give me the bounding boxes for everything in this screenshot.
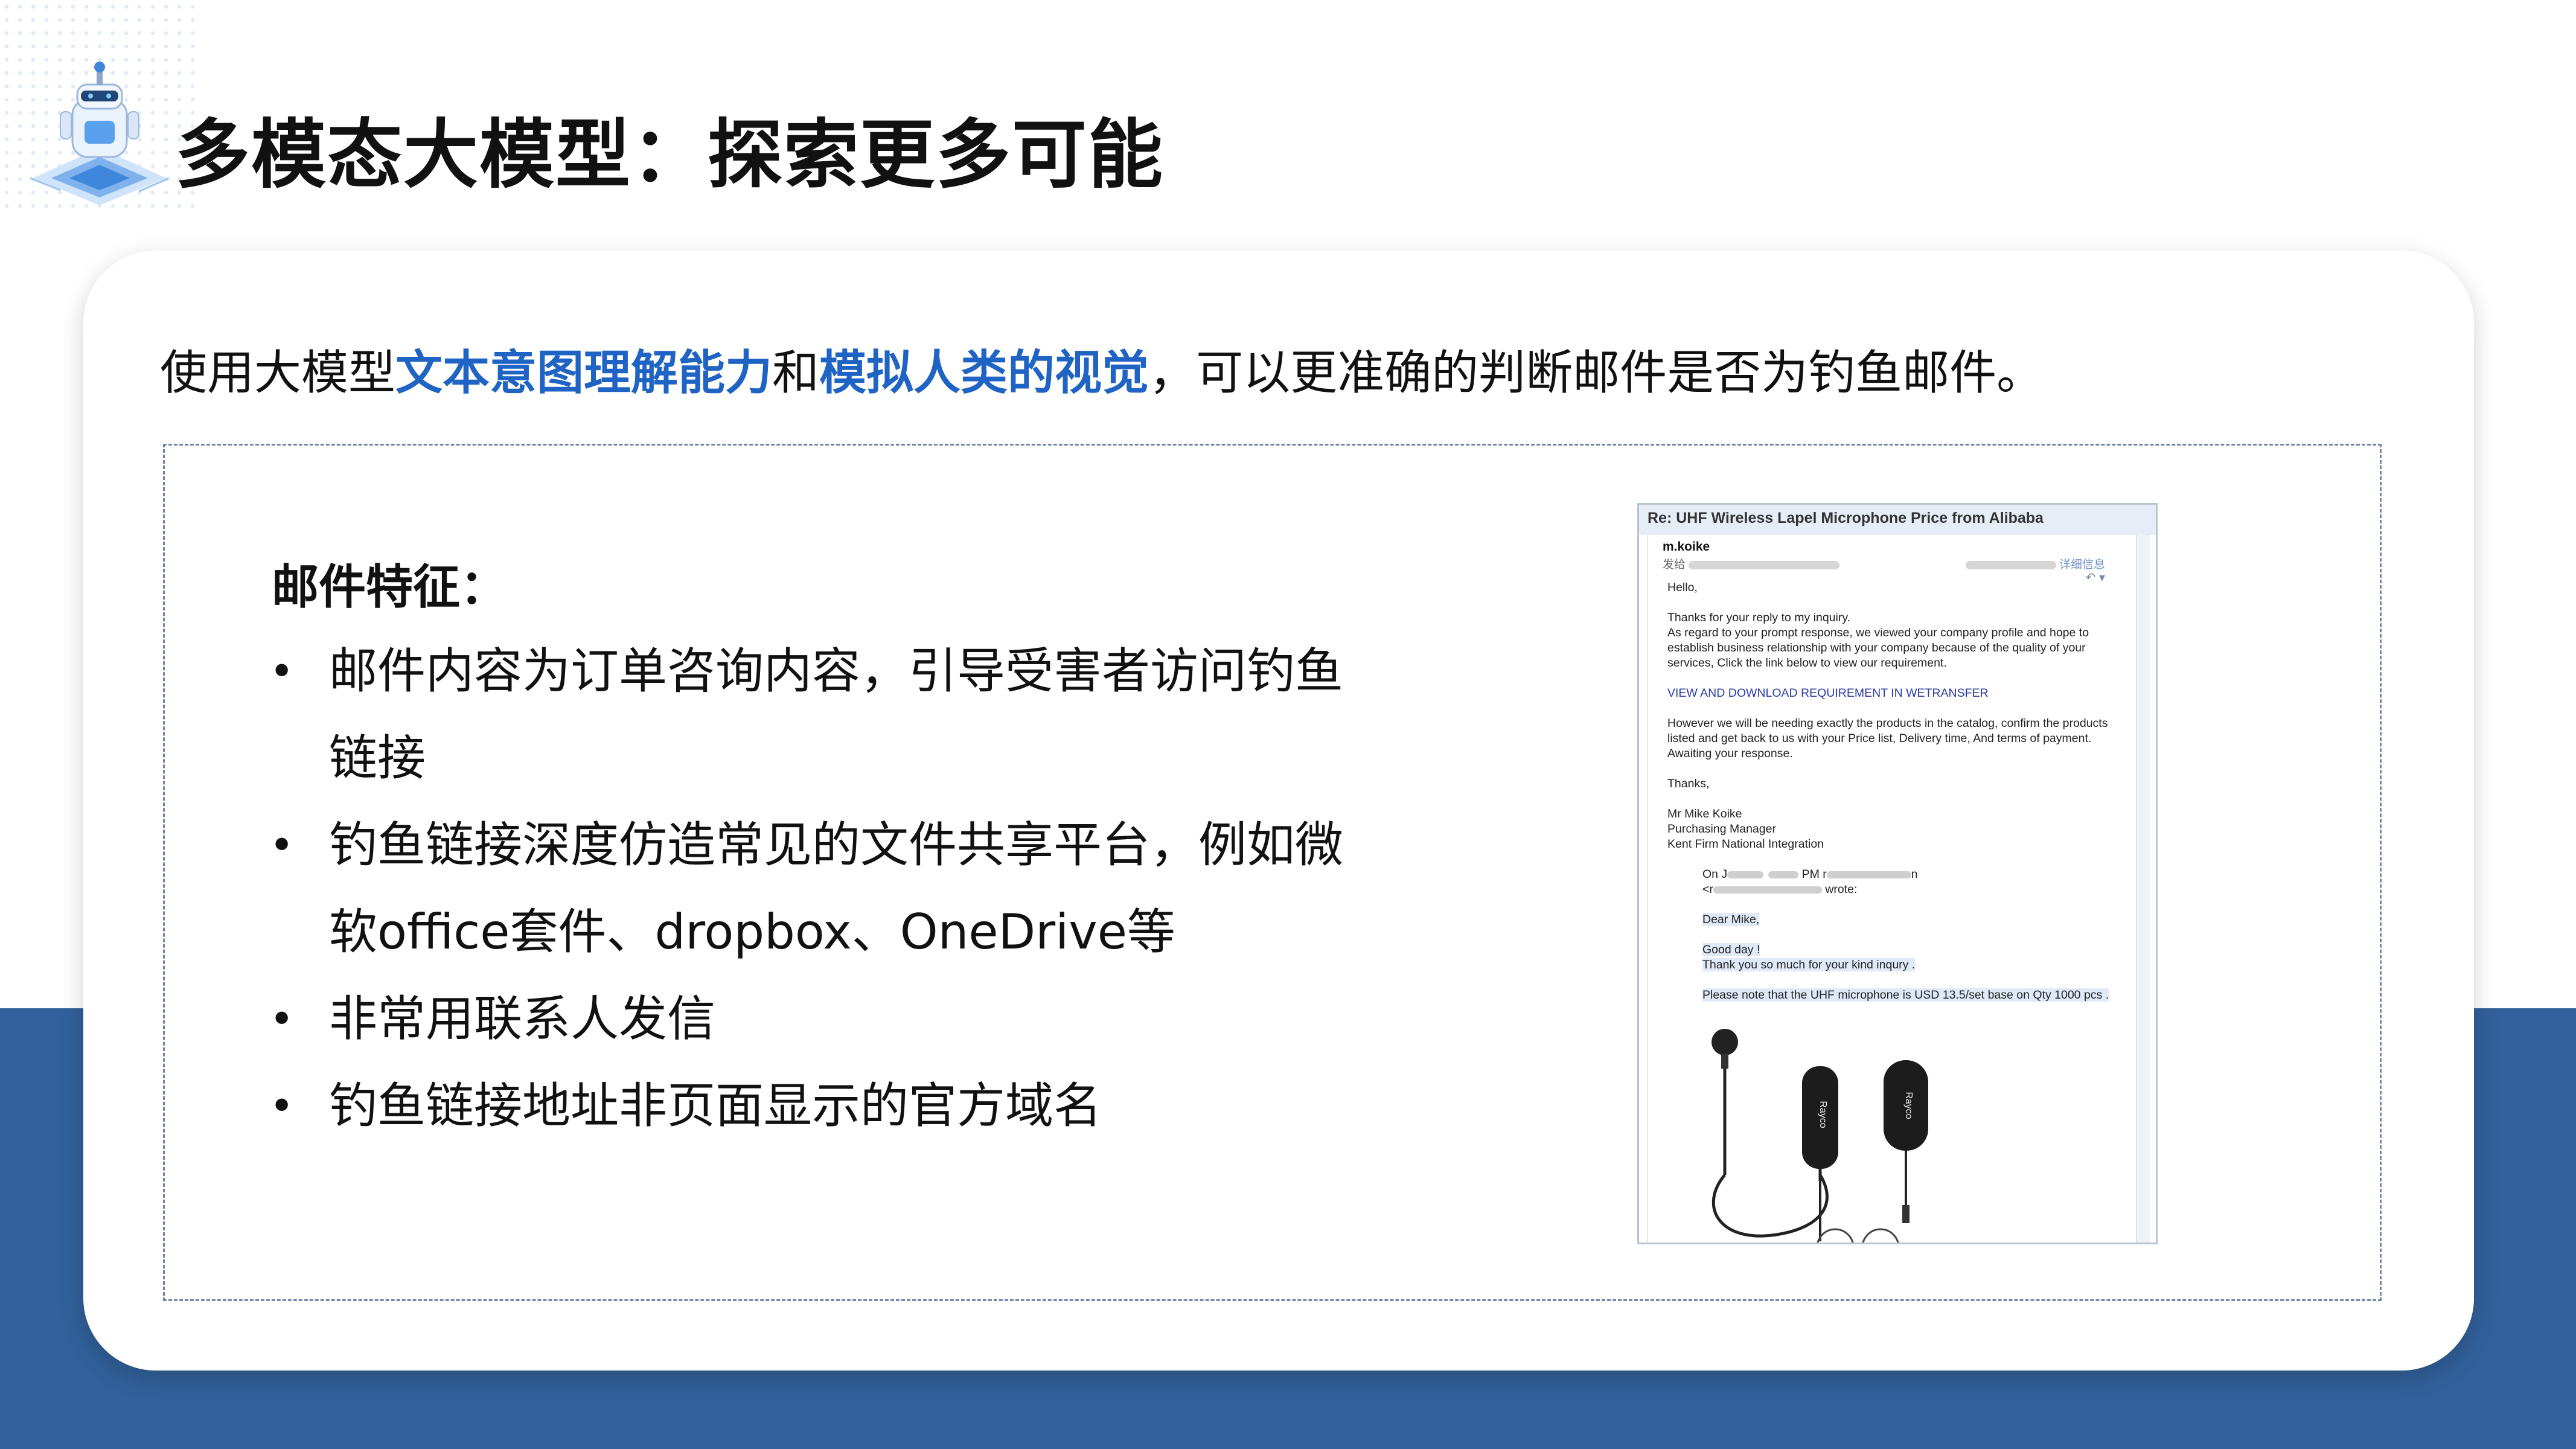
- bullet-icon: •: [269, 647, 295, 696]
- feature-text: 非常用联系人发信: [329, 991, 715, 1047]
- quote-dear: Dear Mike,: [1702, 913, 1760, 926]
- page-title: 多模态大模型：探索更多可能: [175, 112, 1165, 199]
- email-screenshot: Re: UHF Wireless Lapel Microphone Price …: [1637, 503, 2158, 1244]
- features-title: 邮件特征：: [272, 560, 508, 615]
- quote-price-note: Please note that the UHF microphone is U…: [1702, 988, 2109, 1002]
- brand-label-2: Rayco: [1903, 1092, 1914, 1119]
- feature-item: • 钓鱼链接深度仿造常见的文件共享平台，例如微软office套件、dropbox、…: [266, 802, 1352, 976]
- intro-prefix: 使用大模型: [160, 346, 396, 400]
- feature-text: 邮件内容为订单咨询内容，引导受害者访问钓鱼链接: [329, 643, 1343, 786]
- reply-icon[interactable]: ↶ ▾: [2086, 570, 2105, 585]
- redacted-recipient: [1689, 560, 1840, 569]
- feature-item: • 邮件内容为订单咨询内容，引导受害者访问钓鱼链接: [266, 628, 1352, 802]
- feature-item: • 钓鱼链接地址非页面显示的官方域名: [266, 1063, 1352, 1150]
- bullet-icon: •: [269, 994, 295, 1044]
- quote-good-day: Good day !: [1702, 943, 1760, 956]
- brand-label-1: Rayco: [1818, 1101, 1828, 1128]
- email-para3: However we will be needing exactly the p…: [1667, 717, 2108, 760]
- intro-joiner: 和: [772, 346, 820, 400]
- quoted-header: On J PM rn <r wrote:: [1702, 868, 1918, 896]
- intro-highlight-text-intent: 文本意图理解能力: [395, 346, 773, 400]
- email-scrollbar[interactable]: [2136, 535, 2150, 1243]
- email-to-row: 发给 详细信息: [1648, 554, 2135, 572]
- microphone-product-image: Rayco Rayco: [1711, 1029, 1928, 1243]
- redacted-date: [1965, 560, 2056, 569]
- phishing-link[interactable]: VIEW AND DOWNLOAD REQUIREMENT IN WETRANS…: [1667, 686, 2121, 701]
- to-label: 发给: [1663, 558, 1686, 571]
- bullet-icon: •: [269, 1081, 295, 1131]
- email-greeting: Hello,: [1667, 581, 1698, 594]
- email-subject: Re: UHF Wireless Lapel Microphone Price …: [1639, 505, 2156, 535]
- feature-item: • 非常用联系人发信: [266, 976, 1352, 1063]
- email-thanks: Thanks,: [1667, 777, 1710, 790]
- email-para1: Thanks for your reply to my inquiry.: [1667, 611, 1851, 624]
- details-link[interactable]: 详细信息: [1965, 555, 2105, 572]
- feature-text: 钓鱼链接地址非页面显示的官方域名: [329, 1078, 1102, 1134]
- quoted-body: Dear Mike, Good day ! Thank you so much …: [1702, 912, 2121, 1003]
- bullet-icon: •: [269, 820, 295, 870]
- robot-chip-icon: [30, 62, 170, 205]
- email-body: Hello, Thanks for your reply to my inqui…: [1648, 572, 2135, 1003]
- intro-text: 使用大模型文本意图理解能力和模拟人类的视觉，可以更准确的判断邮件是否为钓鱼邮件。: [160, 335, 2044, 403]
- email-para2: As regard to your prompt response, we vi…: [1667, 626, 2089, 670]
- feature-text: 钓鱼链接深度仿造常见的文件共享平台，例如微软office套件、dropbox、O…: [329, 817, 1343, 960]
- sig-company: Kent Firm National Integration: [1667, 837, 1824, 851]
- quote-thank-you: Thank you so much for your kind inqury .: [1702, 958, 1916, 971]
- intro-highlight-vision: 模拟人类的视觉: [819, 346, 1149, 400]
- sig-name: Mr Mike Koike: [1667, 807, 1742, 820]
- intro-suffix: ，可以更准确的判断邮件是否为钓鱼邮件。: [1149, 346, 2044, 400]
- sig-title: Purchasing Manager: [1667, 822, 1776, 836]
- email-sender: m.koike: [1663, 540, 1710, 554]
- feature-list: • 邮件内容为订单咨询内容，引导受害者访问钓鱼链接 • 钓鱼链接深度仿造常见的文件共…: [266, 628, 1352, 1150]
